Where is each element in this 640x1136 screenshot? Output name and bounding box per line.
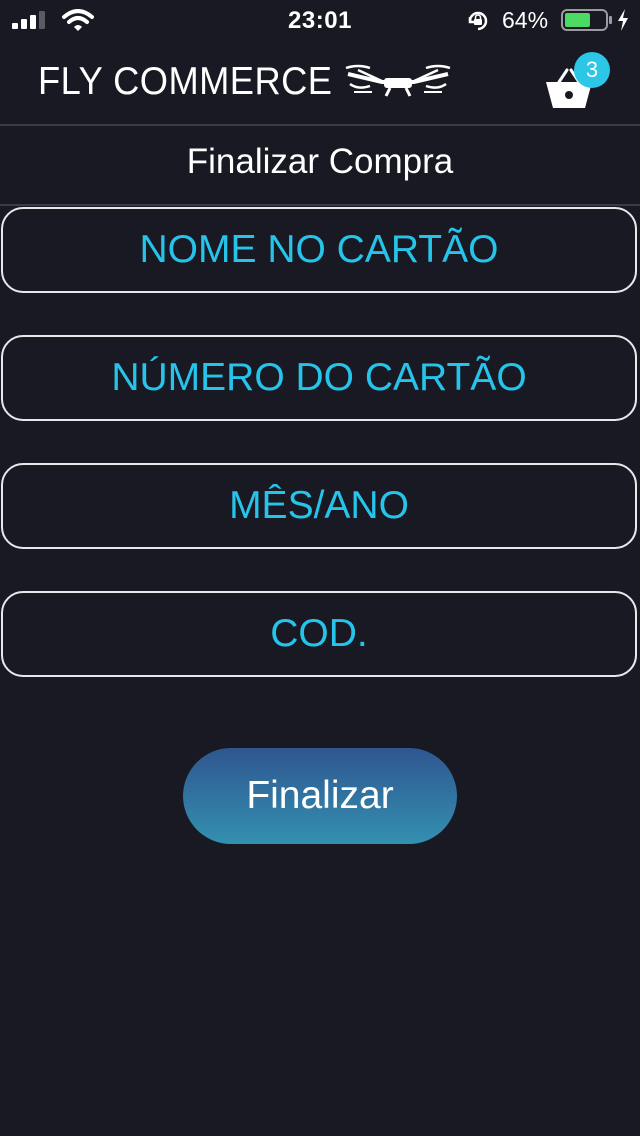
charging-icon [618,9,628,31]
expiry-field[interactable]: MÊS/ANO [1,463,637,549]
cart-count-badge[interactable]: 3 [574,52,610,88]
security-code-field[interactable]: COD. [1,591,637,677]
card-number-field[interactable]: NÚMERO DO CARTÃO [1,335,637,421]
rotation-lock-icon [468,11,488,31]
battery-percent: 64% [502,7,549,33]
page-title: Finalizar Compra [186,142,454,181]
status-bar: 23:01 64% [0,0,640,40]
drone-icon [345,64,451,97]
card-name-field[interactable]: NOME NO CARTÃO [1,207,637,293]
app-header: FLY COMMERCE 3 [0,40,640,126]
battery-icon [561,9,612,31]
brand-logo-text[interactable]: FLY COMMERCE [38,60,332,104]
finalize-button[interactable]: Finalizar [183,748,457,844]
page-title-bar: Finalizar Compra [0,126,640,206]
